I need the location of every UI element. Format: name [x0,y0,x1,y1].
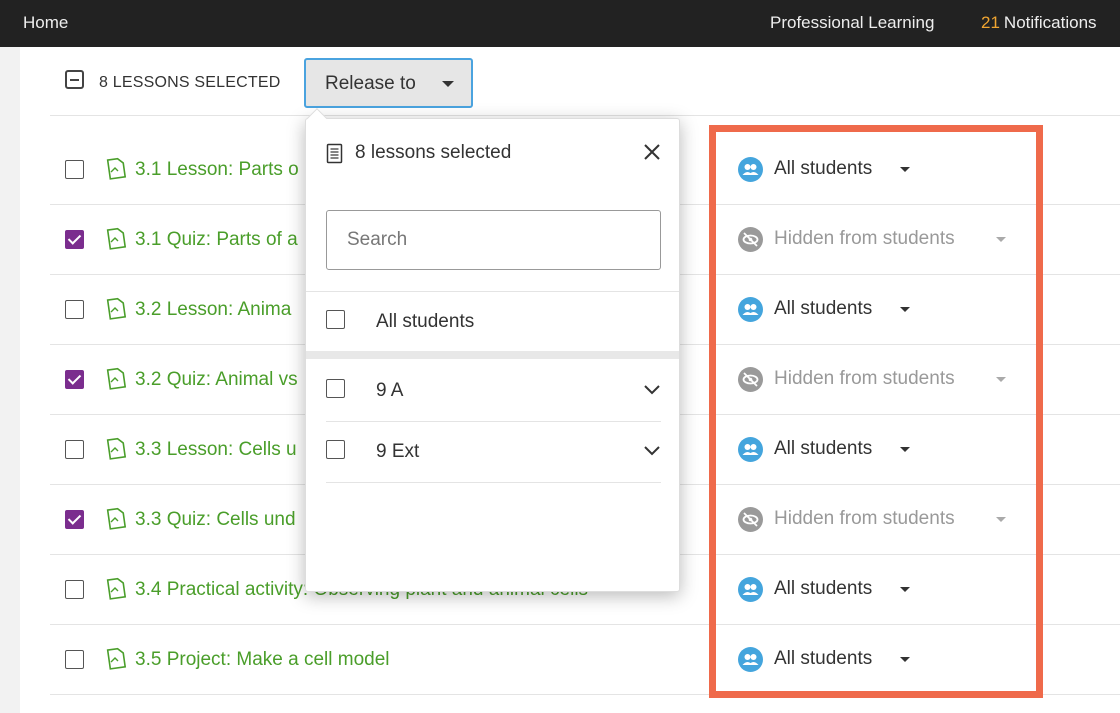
lesson-checkbox[interactable] [65,580,84,599]
caret-down-icon [900,587,910,592]
release-status-label: All students [774,578,873,599]
all-students-checkbox[interactable] [326,310,345,329]
divider [50,115,1120,116]
lesson-checkbox[interactable] [65,510,84,529]
release-status-label: Hidden from students [774,368,955,389]
chevron-down-icon[interactable] [642,440,662,460]
lesson-icon [105,577,127,601]
notifications-label: Notifications [1003,13,1097,32]
option-label: 9 A [376,380,404,401]
option-all-students[interactable]: All students [326,292,661,352]
lesson-checkbox[interactable] [65,300,84,319]
group-checkbox[interactable] [326,379,345,398]
release-to-label: Release to [325,73,416,94]
lesson-title-link[interactable]: 3.5 Project: Make a cell model [135,649,390,671]
students-group-icon [738,297,763,322]
lesson-title-link[interactable]: 3.3 Lesson: Cells u [135,439,297,461]
students-group-icon [738,437,763,462]
lesson-checkbox[interactable] [65,160,84,179]
caret-down-icon [900,657,910,662]
select-all-checkbox[interactable] [65,70,84,89]
nav-professional-learning-link[interactable]: Professional Learning [770,13,934,33]
lesson-title-link[interactable]: 3.1 Lesson: Parts o [135,159,299,181]
caret-down-icon [900,447,910,452]
chevron-down-icon[interactable] [642,379,662,399]
caret-down-icon [900,167,910,172]
release-to-button[interactable]: Release to [304,58,473,108]
left-gutter [0,47,20,713]
release-to-popover: 8 lessons selected All students 9 A 9 Ex… [305,108,680,592]
caret-down-icon [996,517,1006,522]
caret-down-icon [442,81,454,87]
lesson-icon [105,297,127,321]
release-status-label: All students [774,298,873,319]
close-icon[interactable] [641,141,663,163]
lesson-icon [105,227,127,251]
nav-notifications-link[interactable]: 21 Notifications [981,13,1097,33]
students-group-icon [738,577,763,602]
lesson-checkbox[interactable] [65,370,84,389]
hidden-eye-icon [738,367,763,392]
release-status-label: All students [774,158,873,179]
lesson-title-link[interactable]: 3.2 Quiz: Animal vs [135,369,298,391]
group-checkbox[interactable] [326,440,345,459]
nav-home-link[interactable]: Home [23,13,68,33]
hidden-eye-icon [738,227,763,252]
lesson-checkbox[interactable] [65,650,84,669]
release-status-label: All students [774,438,873,459]
lesson-checkbox[interactable] [65,230,84,249]
divider [326,482,661,483]
option-group-9ext[interactable]: 9 Ext [326,422,661,482]
lesson-icon [105,157,127,181]
caret-down-icon [996,237,1006,242]
section-gap [306,351,679,359]
students-group-icon [738,157,763,182]
hidden-eye-icon [738,507,763,532]
lesson-icon [105,507,127,531]
notifications-count: 21 [981,13,1000,32]
lesson-icon [105,437,127,461]
lesson-row: 3.5 Project: Make a cell model All studen… [50,625,1120,695]
option-label: All students [376,311,475,332]
option-label: 9 Ext [376,441,420,462]
lesson-icon [105,367,127,391]
lesson-icon [105,647,127,671]
release-status-label: Hidden from students [774,508,955,529]
lesson-title-link[interactable]: 3.2 Lesson: Anima [135,299,291,321]
caret-down-icon [900,307,910,312]
selected-count-label: 8 LESSONS SELECTED [99,74,281,91]
release-status-label: All students [774,648,873,669]
students-group-icon [738,647,763,672]
lesson-title-link[interactable]: 3.1 Quiz: Parts of a [135,229,298,251]
caret-down-icon [996,377,1006,382]
popover-title: 8 lessons selected [355,142,512,163]
search-input[interactable] [326,210,661,270]
lesson-checkbox[interactable] [65,440,84,459]
lesson-title-link[interactable]: 3.3 Quiz: Cells und [135,509,296,531]
release-status-label: Hidden from students [774,228,955,249]
document-list-icon [326,143,343,164]
top-navigation-bar: Home Professional Learning 21 Notificatio… [0,0,1120,47]
option-group-9a[interactable]: 9 A [326,361,661,421]
